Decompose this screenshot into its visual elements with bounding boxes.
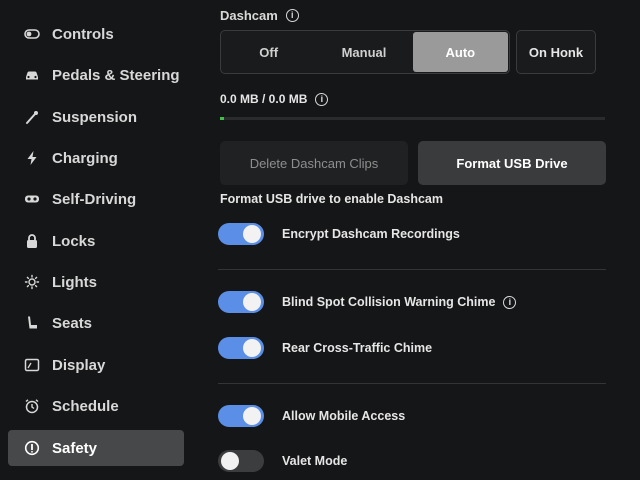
lightning-icon	[22, 150, 42, 166]
toggle-knob	[243, 407, 261, 425]
seat-icon	[22, 315, 42, 331]
sidebar-item-charging[interactable]: Charging	[8, 140, 184, 176]
sidebar-item-controls[interactable]: Controls	[8, 16, 184, 52]
storage-readout: 0.0 MB / 0.0 MB i	[220, 92, 329, 106]
valet-mode-label: Valet Mode	[282, 454, 348, 468]
sidebar-item-label: Locks	[52, 232, 96, 250]
delete-dashcam-clips-button[interactable]: Delete Dashcam Clips	[220, 141, 408, 185]
sidebar-item-label: Lights	[52, 273, 97, 291]
dashcam-option-manual[interactable]: Manual	[316, 31, 411, 73]
steering-wheel-icon	[22, 191, 42, 207]
blind-spot-chime-toggle[interactable]	[218, 291, 264, 313]
mobile-access-toggle[interactable]	[218, 405, 264, 427]
encrypt-recordings-row: Encrypt Dashcam Recordings	[218, 223, 460, 245]
toggle-knob	[221, 452, 239, 470]
mobile-access-label: Allow Mobile Access	[282, 409, 406, 423]
blind-spot-chime-row: Blind Spot Collision Warning Chime i	[218, 291, 517, 313]
sidebar-item-safety[interactable]: Safety	[8, 430, 184, 466]
sidebar-item-seats[interactable]: Seats	[8, 305, 184, 341]
format-note: Format USB drive to enable Dashcam	[220, 192, 443, 206]
alarm-clock-icon	[22, 398, 42, 414]
lock-icon	[22, 233, 42, 249]
toggle-icon	[22, 26, 42, 42]
toggle-knob	[243, 339, 261, 357]
valet-mode-row: Valet Mode	[218, 450, 347, 472]
info-icon[interactable]: i	[315, 92, 329, 106]
sidebar-item-label: Seats	[52, 314, 93, 332]
on-honk-button[interactable]: On Honk	[516, 30, 596, 74]
info-icon[interactable]: i	[285, 9, 299, 22]
storage-progress-fill	[220, 117, 224, 120]
wrench-icon	[22, 109, 42, 125]
mobile-access-row: Allow Mobile Access	[218, 405, 405, 427]
sidebar-item-label: Suspension	[52, 108, 138, 126]
display-icon	[22, 357, 42, 373]
sidebar-item-suspension[interactable]: Suspension	[8, 99, 184, 135]
sun-icon	[22, 274, 42, 290]
sidebar: Controls Pedals & Steering Suspension Ch…	[0, 0, 200, 480]
divider	[218, 269, 606, 270]
main-panel: Dashcam i Off Manual Auto On Honk 0.0 MB…	[200, 0, 640, 480]
sidebar-item-lights[interactable]: Lights	[8, 264, 184, 300]
divider	[218, 383, 606, 384]
sidebar-item-label: Charging	[52, 149, 118, 167]
car-icon	[22, 67, 42, 83]
sidebar-item-schedule[interactable]: Schedule	[8, 388, 184, 424]
rear-cross-traffic-row: Rear Cross-Traffic Chime	[218, 337, 432, 359]
sidebar-item-label: Self-Driving	[52, 190, 137, 208]
rear-cross-traffic-label: Rear Cross-Traffic Chime	[282, 341, 433, 355]
dashcam-section-label: Dashcam i	[220, 8, 299, 23]
storage-text: 0.0 MB / 0.0 MB	[220, 92, 308, 106]
sidebar-item-locks[interactable]: Locks	[8, 223, 184, 259]
dashcam-mode-selector: Off Manual Auto	[220, 30, 510, 74]
sidebar-item-label: Pedals & Steering	[52, 66, 180, 84]
blind-spot-chime-label: Blind Spot Collision Warning Chime	[282, 295, 496, 309]
rear-cross-traffic-toggle[interactable]	[218, 337, 264, 359]
sidebar-item-label: Display	[52, 356, 106, 374]
sidebar-item-self-driving[interactable]: Self-Driving	[8, 181, 184, 217]
sidebar-item-display[interactable]: Display	[8, 347, 184, 383]
sidebar-item-pedals-steering[interactable]: Pedals & Steering	[8, 57, 184, 93]
info-icon[interactable]: i	[503, 295, 517, 309]
toggle-knob	[243, 293, 261, 311]
format-usb-drive-button[interactable]: Format USB Drive	[418, 141, 606, 185]
toggle-knob	[243, 225, 261, 243]
info-circle-icon	[22, 440, 42, 456]
dashcam-label: Dashcam	[220, 8, 278, 23]
dashcam-option-auto[interactable]: Auto	[412, 32, 508, 72]
valet-mode-toggle[interactable]	[218, 450, 264, 472]
sidebar-item-label: Schedule	[52, 397, 119, 415]
sidebar-item-label: Controls	[52, 25, 114, 43]
encrypt-recordings-label: Encrypt Dashcam Recordings	[282, 227, 460, 241]
encrypt-recordings-toggle[interactable]	[218, 223, 264, 245]
sidebar-item-label: Safety	[52, 439, 98, 457]
dashcam-option-off[interactable]: Off	[221, 31, 316, 73]
storage-progress-bar	[220, 117, 605, 120]
